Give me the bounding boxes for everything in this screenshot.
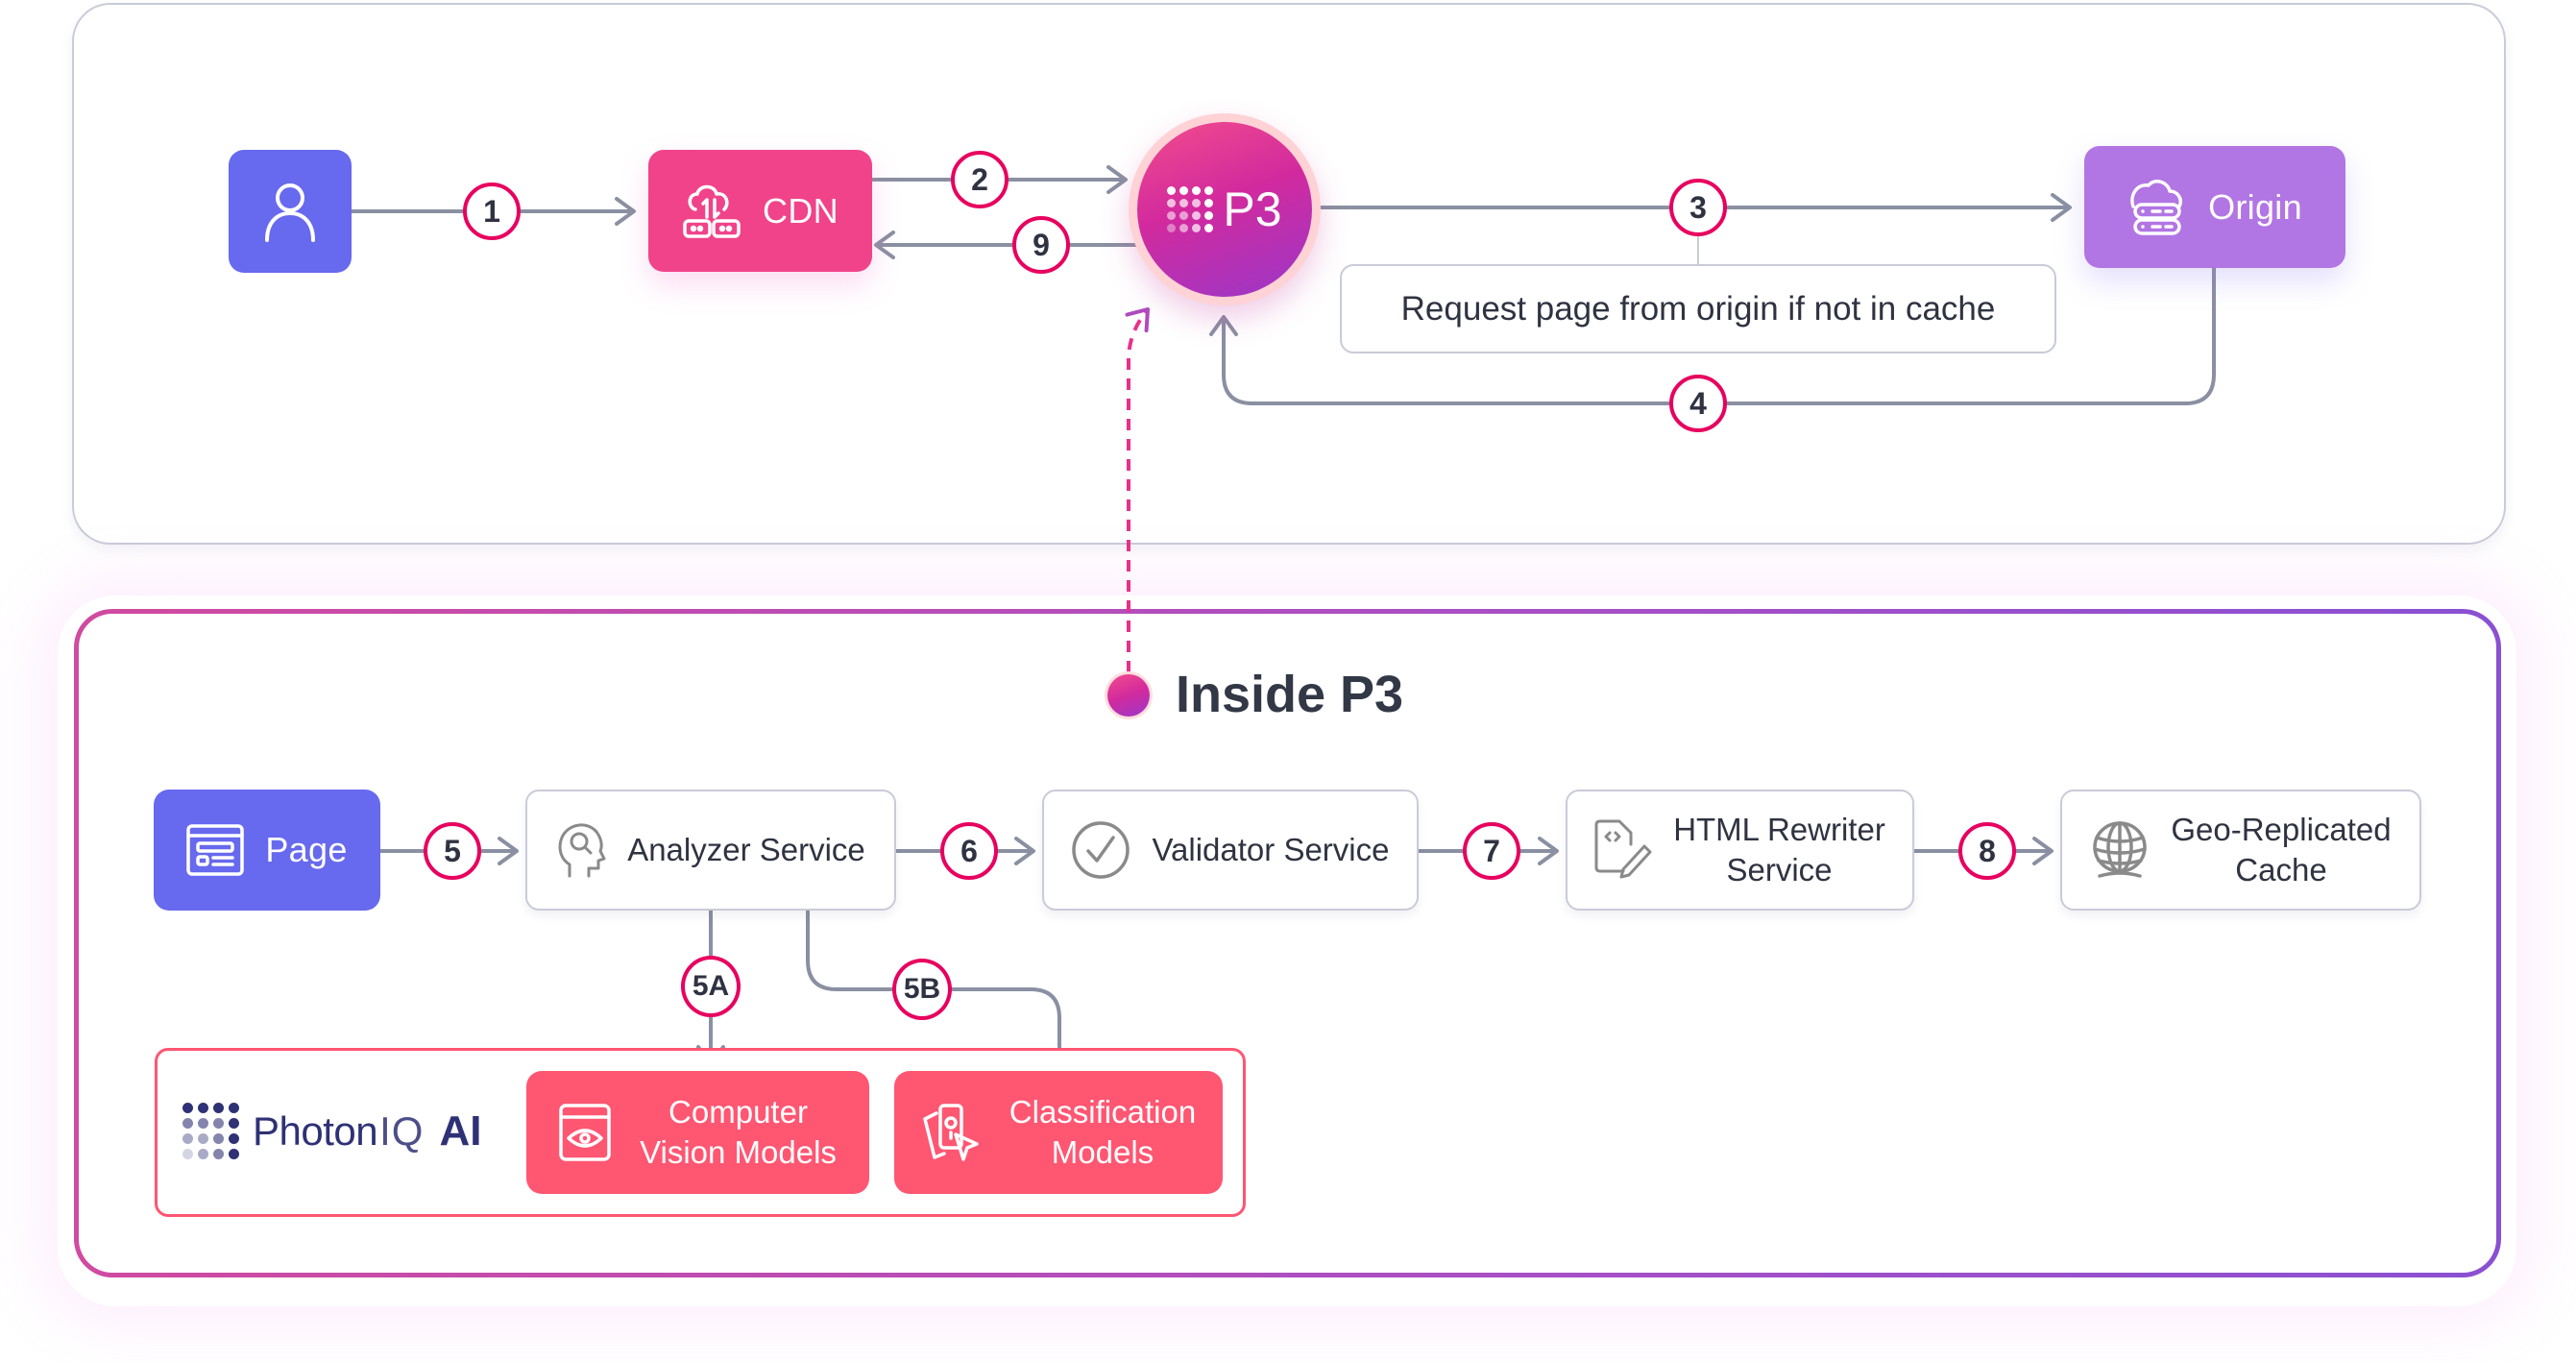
step-badge-9: 9	[1012, 216, 1070, 274]
validator-label: Validator Service	[1152, 832, 1390, 867]
step-badge-2: 2	[951, 151, 1009, 208]
geo-cache-line2: Cache	[2235, 852, 2327, 888]
p3-node: P3	[1137, 122, 1312, 297]
inside-p3-dot	[1107, 674, 1150, 717]
brand-ai: AI	[439, 1107, 482, 1155]
globe-icon	[2093, 821, 2148, 878]
step-badge-5b: 5B	[892, 959, 952, 1020]
p3-dots-icon	[1167, 186, 1214, 232]
step-badge-6: 6	[940, 822, 998, 880]
classification-label: Classification Models	[1009, 1092, 1196, 1173]
html-rewriter-line2: Service	[1726, 852, 1833, 888]
computer-vision-models: Computer Vision Models	[526, 1071, 869, 1194]
check-circle-icon	[1072, 821, 1130, 879]
inside-p3-title: Inside P3	[1176, 666, 1404, 723]
cloud-cdn-icon	[683, 184, 741, 238]
step-badge-4: 4	[1669, 375, 1727, 432]
cv-line2: Vision Models	[640, 1134, 837, 1170]
cloud-server-icon	[2130, 179, 2183, 235]
validator-service: Validator Service	[1042, 790, 1419, 911]
brand-photon: Photon	[253, 1107, 378, 1154]
analyzer-service: Analyzer Service	[525, 790, 896, 911]
step-badge-5: 5	[424, 822, 481, 880]
webpage-icon	[186, 824, 245, 876]
geo-cache-service: Geo-Replicated Cache	[2060, 790, 2421, 911]
geo-cache-label: Geo-Replicated Cache	[2171, 810, 2391, 890]
cdn-node: CDN	[648, 150, 872, 272]
html-rewriter-line1: HTML Rewriter	[1673, 812, 1885, 847]
step-badge-5a: 5A	[681, 956, 741, 1017]
geo-cache-line1: Geo-Replicated	[2171, 812, 2392, 847]
cdn-label: CDN	[763, 190, 838, 231]
origin-label: Origin	[2208, 186, 2302, 227]
origin-node: Origin	[2084, 146, 2345, 268]
user-node	[229, 150, 352, 273]
page-label: Page	[265, 830, 348, 869]
classification-models: Classification Models	[894, 1071, 1223, 1194]
step-badge-8: 8	[1958, 822, 2016, 880]
photoniq-dots-icon	[182, 1103, 239, 1159]
page-node: Page	[154, 790, 380, 911]
step-badge-7: 7	[1463, 822, 1520, 880]
html-rewriter-service: HTML Rewriter Service	[1566, 790, 1914, 911]
photoniq-ai-logo: Photon IQ AI	[182, 1103, 481, 1159]
note-request-page: Request page from origin if not in cache	[1340, 264, 2056, 353]
classification-line1: Classification	[1009, 1094, 1197, 1130]
cv-line1: Computer	[668, 1094, 808, 1130]
html-rewriter-label: HTML Rewriter Service	[1673, 810, 1885, 890]
cv-label: Computer Vision Models	[640, 1092, 837, 1173]
p3-label: P3	[1223, 182, 1282, 236]
analyzer-label: Analyzer Service	[627, 832, 865, 867]
eye-window-icon	[559, 1104, 611, 1161]
classification-line2: Models	[1051, 1134, 1154, 1170]
user-icon	[265, 183, 315, 242]
code-edit-icon	[1594, 819, 1652, 879]
head-search-icon	[558, 823, 606, 878]
step-badge-1: 1	[463, 182, 521, 240]
brand-iq: IQ	[379, 1107, 425, 1154]
step-badge-3: 3	[1669, 179, 1727, 236]
cards-pointer-icon	[923, 1104, 979, 1161]
